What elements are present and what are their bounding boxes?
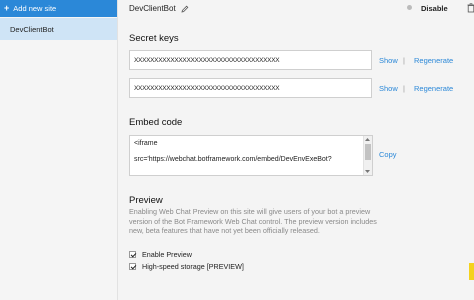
- sidebar: + Add new site DevClientBot: [0, 0, 118, 300]
- site-header: DevClientBot Disable: [118, 0, 474, 17]
- sidebar-item-label: DevClientBot: [10, 24, 54, 34]
- scroll-down-arrow-icon[interactable]: [364, 169, 371, 174]
- link-separator: |: [403, 84, 405, 93]
- show-key-2-link[interactable]: Show: [379, 84, 398, 93]
- preview-heading: Preview: [129, 195, 163, 206]
- trash-icon[interactable]: [467, 3, 474, 15]
- site-settings-panel: DevClientBot Disable Secret keys XXXXXXX…: [118, 0, 474, 300]
- high-speed-storage-checkbox[interactable]: [129, 263, 136, 270]
- high-speed-storage-label: High-speed storage [PREVIEW]: [142, 262, 244, 271]
- sidebar-item-devclientbot[interactable]: DevClientBot: [0, 18, 117, 40]
- secret-key-field-1[interactable]: XXXXXXXXXXXXXXXXXXXXXXXXXXXXXXXXXXXX: [129, 50, 372, 70]
- add-new-site-button[interactable]: + Add new site: [0, 0, 117, 17]
- plus-icon: +: [4, 3, 10, 13]
- enable-preview-option[interactable]: Enable Preview: [129, 250, 192, 259]
- secret-key-field-2[interactable]: XXXXXXXXXXXXXXXXXXXXXXXXXXXXXXXXXXXX: [129, 78, 372, 98]
- disable-button[interactable]: Disable: [421, 4, 448, 13]
- enable-preview-checkbox[interactable]: [129, 251, 136, 258]
- embed-code-line-2: src='https://webchat.botframework.com/em…: [134, 156, 332, 163]
- high-speed-storage-option[interactable]: High-speed storage [PREVIEW]: [129, 262, 244, 271]
- add-new-site-label: Add new site: [13, 4, 57, 13]
- embed-code-line-1: <iframe: [134, 140, 158, 147]
- embed-code-heading: Embed code: [129, 117, 183, 128]
- enable-preview-label: Enable Preview: [142, 250, 192, 259]
- status-dot-icon: [407, 5, 412, 10]
- pencil-icon[interactable]: [181, 5, 189, 13]
- scroll-up-arrow-icon[interactable]: [364, 137, 371, 142]
- regenerate-key-2-link[interactable]: Regenerate: [414, 84, 453, 93]
- embed-scrollbar[interactable]: [363, 136, 372, 175]
- yellow-marker: [469, 263, 474, 280]
- secret-keys-heading: Secret keys: [129, 33, 179, 44]
- scroll-thumb[interactable]: [365, 144, 371, 160]
- embed-code-textarea[interactable]: <iframe src='https://webchat.botframewor…: [129, 135, 373, 176]
- preview-description: Enabling Web Chat Preview on this site w…: [129, 207, 377, 235]
- link-separator: |: [403, 56, 405, 65]
- show-key-1-link[interactable]: Show: [379, 56, 398, 65]
- copy-embed-code-link[interactable]: Copy: [379, 150, 397, 159]
- site-name: DevClientBot: [129, 4, 176, 13]
- regenerate-key-1-link[interactable]: Regenerate: [414, 56, 453, 65]
